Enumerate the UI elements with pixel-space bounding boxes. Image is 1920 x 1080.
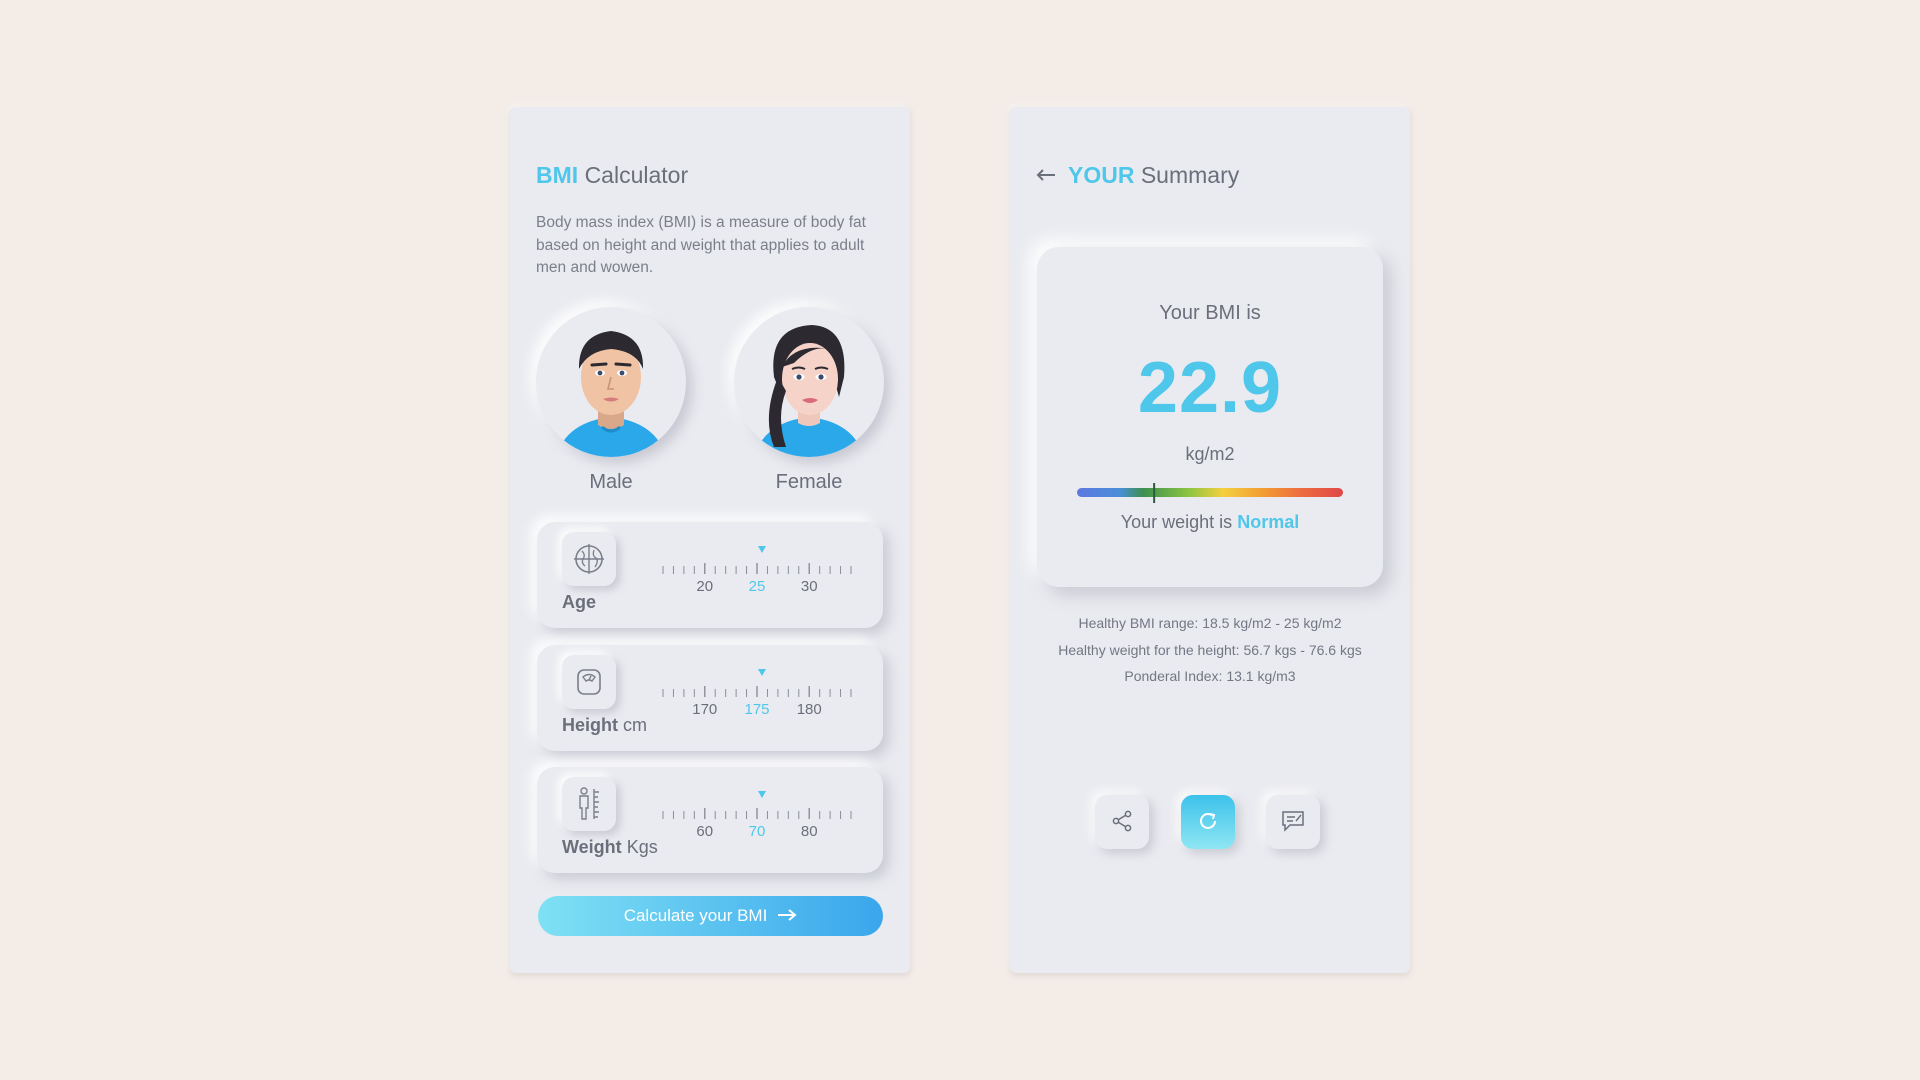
ruler-tick-label: 60 [696, 823, 713, 840]
body-measure-icon [562, 777, 616, 831]
refresh-button[interactable] [1181, 795, 1235, 849]
refresh-icon [1197, 810, 1219, 835]
weight-ruler[interactable]: 60 70 80 [657, 787, 857, 847]
female-label[interactable]: Female [734, 471, 884, 494]
female-avatar[interactable] [734, 307, 884, 457]
feedback-button[interactable] [1266, 795, 1320, 849]
summary-title-accent: YOUR [1068, 162, 1135, 188]
bmi-value: 22.9 [1137, 348, 1283, 428]
share-icon [1111, 810, 1133, 835]
height-ruler[interactable]: 170 175 180 [657, 665, 857, 725]
age-ruler[interactable]: 20 25 30 [657, 542, 857, 602]
weight-status-prefix: Your weight is [1120, 512, 1233, 532]
summary-details: Healthy BMI range: 18.5 kg/m2 - 25 kg/m2… [1010, 610, 1410, 690]
ruler-tick-label: 70 [749, 823, 766, 840]
calculator-title-rest: Calculator [584, 162, 689, 188]
arrow-right-icon [777, 906, 797, 926]
healthy-bmi-range: Healthy BMI range: 18.5 kg/m2 - 25 kg/m2 [1078, 615, 1342, 631]
healthy-weight-range: Healthy weight for the height: 56.7 kgs … [1058, 641, 1362, 658]
height-label-text: Height [562, 715, 618, 735]
summary-title-rest: Summary [1140, 162, 1240, 188]
age-slider-thumb [758, 546, 766, 553]
globe-icon [562, 532, 616, 586]
ruler-tick-label: 80 [801, 823, 818, 840]
bmi-calculator-card: BMI Calculator Body mass index (BMI) is … [510, 107, 910, 973]
calculator-title-accent: BMI [536, 162, 579, 188]
height-slider-thumb [758, 669, 766, 676]
ruler-tick-label: 25 [749, 578, 766, 595]
bmi-unit: kg/m2 [1185, 444, 1235, 464]
age-label-text: Age [562, 592, 597, 612]
bmi-description: Body mass index (BMI) is a measure of bo… [536, 214, 866, 276]
ruler-tick-label: 30 [801, 578, 818, 595]
age-slider-card[interactable]: Age 20 25 30 [537, 522, 883, 628]
calculate-bmi-label: Calculate your BMI [623, 906, 768, 925]
share-button[interactable] [1095, 795, 1149, 849]
weight-slider-thumb [758, 791, 766, 798]
female-face-icon [754, 325, 864, 457]
weight-label: Weight Kgs [562, 837, 658, 858]
ruler-tick-label: 180 [797, 701, 822, 718]
weight-label-text: Weight [562, 837, 622, 857]
bmi-result-panel: Your BMI is 22.9 kg/m2 Your weight is No… [1037, 247, 1383, 587]
arrow-left-icon[interactable] [1036, 162, 1056, 188]
height-unit: cm [623, 715, 648, 735]
ruler-tick-label: 170 [692, 701, 717, 718]
calculator-title: BMI Calculator [536, 162, 688, 189]
weight-slider-card[interactable]: Weight Kgs 60 70 80 [537, 767, 883, 873]
calculate-bmi-button[interactable]: Calculate your BMI [538, 896, 883, 936]
bmi-summary-card: YOUR Summary Your BMI is 22.9 kg/m2 Your… [1010, 107, 1410, 973]
height-label: Height cm [562, 715, 647, 736]
male-label[interactable]: Male [536, 471, 686, 494]
bmi-color-scale [1077, 483, 1343, 503]
male-face-icon [556, 331, 666, 457]
feedback-icon [1281, 810, 1305, 835]
ponderal-index: Ponderal Index: 13.1 kg/m3 [1124, 668, 1296, 684]
ruler-tick-label: 175 [744, 701, 769, 718]
height-slider-card[interactable]: Height cm 170 175 180 [537, 645, 883, 751]
bmi-intro-text: Your BMI is [1159, 302, 1261, 324]
male-avatar[interactable] [536, 307, 686, 457]
weight-unit: Kgs [626, 837, 658, 857]
bmi-scale-bar [1077, 488, 1343, 497]
scale-icon [562, 655, 616, 709]
weight-status: Your weight is Normal [1037, 512, 1383, 533]
age-label: Age [562, 592, 596, 613]
ruler-tick-label: 20 [696, 578, 713, 595]
weight-status-value: Normal [1237, 512, 1300, 532]
summary-title: YOUR Summary [1068, 162, 1239, 189]
